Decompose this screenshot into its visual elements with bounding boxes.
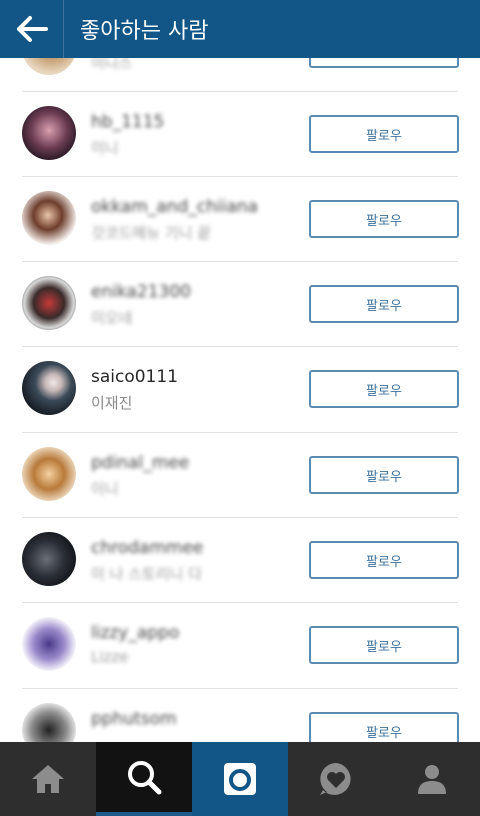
username[interactable]: saico0111 [91, 367, 178, 387]
follow-button[interactable]: 팔로우 [309, 200, 459, 238]
tab-activity[interactable] [288, 742, 384, 816]
avatar[interactable] [22, 191, 76, 245]
fullname: 이 나 스토리니 다 [91, 565, 202, 583]
username[interactable]: lizzy_appo [91, 623, 179, 643]
username[interactable]: pdinal_mee [91, 453, 189, 473]
avatar[interactable] [22, 361, 76, 415]
username[interactable]: hb_1115 [91, 112, 164, 132]
likers-list: oi3_r_dsw 이니스 팔로우 hb_1115 이니 팔로우 okkam_a… [0, 0, 480, 742]
list-item[interactable]: saico0111 이재진 팔로우 [0, 346, 480, 431]
fullname: 이니 [91, 139, 119, 157]
tab-profile[interactable] [384, 742, 480, 816]
list-item[interactable]: pdinal_mee 이니 팔로우 [0, 432, 480, 517]
avatar[interactable] [22, 276, 76, 330]
follow-button[interactable]: 팔로우 [309, 626, 459, 664]
bottom-tab-bar [0, 742, 480, 816]
follow-button[interactable]: 팔로우 [309, 285, 459, 323]
tab-home[interactable] [0, 742, 96, 816]
username[interactable]: pphutsom [91, 709, 177, 729]
fullname: 갓코드메뉴 기니 끝 [91, 224, 211, 242]
fullname: 이재진 [91, 394, 133, 412]
search-icon [128, 761, 162, 795]
list-item[interactable]: enika21300 이오네 팔로우 [0, 261, 480, 346]
list-item[interactable]: lizzy_appo Lizze 팔로우 [0, 602, 480, 687]
list-item[interactable]: pphutsom 팔로우 [0, 688, 480, 742]
follow-button[interactable]: 팔로우 [309, 712, 459, 742]
fullname: 이오네 [91, 309, 133, 327]
username[interactable]: enika21300 [91, 282, 191, 302]
follow-button[interactable]: 팔로우 [309, 115, 459, 153]
list-item[interactable]: chrodammee 이 나 스토리니 다 팔로우 [0, 517, 480, 602]
follow-button[interactable]: 팔로우 [309, 370, 459, 408]
camera-icon [224, 763, 256, 795]
avatar[interactable] [22, 106, 76, 160]
avatar[interactable] [22, 447, 76, 501]
avatar[interactable] [22, 532, 76, 586]
follow-button[interactable]: 팔로우 [309, 541, 459, 579]
heart-bubble-icon [320, 763, 351, 795]
page-title: 좋아하는 사람 [80, 19, 209, 44]
username[interactable]: okkam_and_chiiana [91, 197, 258, 217]
back-arrow-icon [16, 16, 48, 42]
list-item[interactable]: hb_1115 이니 팔로우 [0, 91, 480, 176]
back-button[interactable] [0, 0, 64, 58]
tab-camera[interactable] [192, 742, 288, 816]
top-bar: 좋아하는 사람 [0, 0, 480, 58]
home-icon [32, 765, 64, 793]
avatar[interactable] [22, 617, 76, 671]
list-item[interactable]: okkam_and_chiiana 갓코드메뉴 기니 끝 팔로우 [0, 176, 480, 261]
fullname: 이니 [91, 480, 119, 498]
avatar[interactable] [22, 703, 76, 742]
follow-button[interactable]: 팔로우 [309, 456, 459, 494]
tab-search[interactable] [96, 742, 192, 816]
username[interactable]: chrodammee [91, 538, 203, 558]
profile-icon [418, 765, 446, 794]
fullname: Lizze [91, 648, 129, 666]
